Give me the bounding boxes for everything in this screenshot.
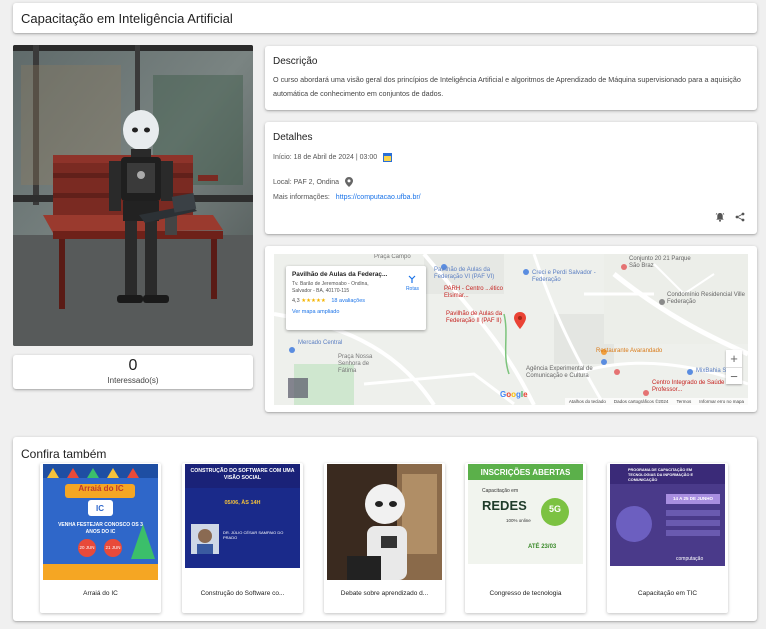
poster-software-time: 05/06, ÀS 14H bbox=[224, 500, 261, 506]
details-card: Detalhes Início: 18 de Abril de 2024 | 0… bbox=[265, 122, 757, 234]
page-title: Capacitação em Inteligência Artificial bbox=[21, 11, 233, 26]
related-label-tic: Capacitação em TIC bbox=[637, 590, 698, 597]
description-text: O curso abordará uma visão geral dos pri… bbox=[273, 75, 741, 98]
terms-link[interactable]: Termos bbox=[676, 399, 691, 404]
related-label-arraia: Arraiá do IC bbox=[83, 590, 118, 597]
map-card: Pavilhão de Aulas da Federação VI (PAF V… bbox=[265, 246, 757, 412]
map-label-condominio: Condomínio Residencial Ville Federação bbox=[667, 292, 745, 305]
map-place-name: Pavilhão de Aulas da Federaç... bbox=[292, 271, 388, 278]
description-heading: Descrição bbox=[273, 56, 318, 67]
start-date: Início: 18 de Abril de 2024 | 03:00 bbox=[273, 154, 378, 161]
poster-arraia-date2: 21 JUN bbox=[105, 545, 121, 550]
map-label-paf-ii: Pavilhão de Aulas da Federação II (PAF I… bbox=[446, 311, 503, 324]
detail-actions bbox=[715, 212, 745, 222]
calendar-icon[interactable] bbox=[383, 153, 393, 162]
related-item-congresso[interactable]: INSCRIÇÕES ABERTAS Capacitação em REDES … bbox=[465, 463, 586, 613]
related-thumb-congresso: INSCRIÇÕES ABERTAS Capacitação em REDES … bbox=[468, 464, 583, 580]
routes-label: Rotas bbox=[405, 286, 419, 292]
interest-count: 0 bbox=[128, 357, 138, 374]
poster-tic-date: 14 A 25 DE JUNHO bbox=[673, 496, 713, 501]
detail-location: Local: PAF 2, Ondina bbox=[273, 177, 354, 187]
reviews-link[interactable]: 18 avaliações bbox=[331, 298, 365, 304]
map-label-restaurante: Restaurante Avarandado bbox=[596, 348, 663, 354]
poster-arraia-date1: 20 JUN bbox=[79, 545, 95, 550]
poster-congresso-note: 100% online bbox=[506, 518, 531, 523]
title-card: Capacitação em Inteligência Artificial bbox=[13, 3, 757, 33]
zoom-controls: + − bbox=[726, 350, 742, 384]
related-item-arraia[interactable]: IC Arraiá do IC VENHA FESTEJAR CONOSCO O… bbox=[40, 463, 161, 613]
report-error-link[interactable]: Informar erro no mapa bbox=[699, 399, 744, 404]
related-thumb-software: CONSTRUÇÃO DO SOFTWARE COM UMA VISÃO SOC… bbox=[185, 464, 300, 580]
rating-value: 4,3 bbox=[292, 298, 300, 304]
directions-icon bbox=[409, 275, 416, 283]
related-item-tic[interactable]: PROGRAMA DE CAPACITAÇÃO EM TECNOLOGIAS D… bbox=[607, 463, 728, 613]
map-label-mercado: Mercado Central bbox=[298, 340, 343, 346]
poster-software-speaker: DR. JÚLIO CÉSAR SAMPAIO DO PRADO bbox=[223, 530, 284, 540]
interest-card[interactable]: 0 Interessado(s) bbox=[13, 355, 253, 389]
zoom-out-button[interactable]: − bbox=[726, 367, 742, 384]
related-label-congresso: Congresso de tecnologia bbox=[489, 590, 562, 597]
poster-software-title: CONSTRUÇÃO DO SOFTWARE COM UMA VISÃO SOC… bbox=[190, 468, 295, 481]
more-info-link[interactable]: https://computacao.ufba.br/ bbox=[336, 194, 421, 201]
map-label-centro: Centro Integrado de Saúde Professor... bbox=[652, 380, 725, 393]
interest-label: Interessado(s) bbox=[107, 376, 159, 385]
svg-text:IC: IC bbox=[96, 504, 104, 513]
poster-arraia-sub: VENHA FESTEJAR CONOSCO OS 3 ANOS DO IC bbox=[58, 522, 143, 535]
map-rating: 4,3 ★★★★★ 18 avaliações bbox=[292, 298, 420, 304]
map-label-conjunto: Conjunto 20 21 Parque São Braz bbox=[629, 256, 691, 269]
map-label-agencia: Agência Experimental de Comunicação e Cu… bbox=[526, 366, 593, 379]
location-text: Local: PAF 2, Ondina bbox=[273, 178, 340, 186]
related-thumb-debate bbox=[327, 464, 442, 580]
more-info-label: Mais informações: bbox=[273, 194, 330, 201]
poster-congresso-badge: 5G bbox=[548, 504, 561, 514]
location-pin-icon bbox=[345, 177, 354, 187]
map-place-card: Pavilhão de Aulas da Federaç... Tv. Barã… bbox=[286, 266, 426, 330]
google-logo: Google bbox=[500, 390, 528, 399]
related-label-debate: Debate sobre aprendizado d... bbox=[340, 590, 429, 597]
rating-stars: ★★★★★ bbox=[301, 298, 326, 304]
poster-congresso-sub: Capacitação em bbox=[482, 488, 519, 494]
poster-tic-brand: computação bbox=[676, 556, 704, 562]
description-card: Descrição O curso abordará uma visão ger… bbox=[265, 46, 757, 110]
enlarge-map-link[interactable]: Ver mapa ampliado bbox=[292, 309, 420, 315]
related-item-software[interactable]: CONSTRUÇÃO DO SOFTWARE COM UMA VISÃO SOC… bbox=[182, 463, 303, 613]
related-events-card: Confira também IC Arraiá do IC VENHA FES… bbox=[13, 437, 757, 621]
details-heading: Detalhes bbox=[273, 132, 313, 143]
map-label-paf-vi: Pavilhão de Aulas da Federação VI (PAF V… bbox=[434, 267, 495, 280]
related-thumb-tic: PROGRAMA DE CAPACITAÇÃO EM TECNOLOGIAS D… bbox=[610, 464, 725, 580]
map-label-campo: Praça Campo bbox=[374, 254, 411, 260]
related-heading: Confira também bbox=[21, 447, 107, 461]
detail-more: Mais informações: https://computacao.ufb… bbox=[273, 194, 421, 201]
related-thumb-arraia: IC Arraiá do IC VENHA FESTEJAR CONOSCO O… bbox=[43, 464, 158, 580]
detail-start: Início: 18 de Abril de 2024 | 03:00 bbox=[273, 153, 393, 162]
related-item-debate[interactable]: Debate sobre aprendizado d... bbox=[324, 463, 445, 613]
map-label-creci: Creci e Perdi Salvador - Federação bbox=[532, 270, 596, 283]
poster-congresso-title: INSCRIÇÕES ABERTAS bbox=[480, 468, 571, 477]
event-image bbox=[13, 45, 253, 346]
map-data-text: Dados cartográficos ©2024 bbox=[613, 399, 669, 404]
poster-congresso-date: ATÉ 23/03 bbox=[528, 544, 557, 550]
related-label-software: Construção do Software co... bbox=[200, 590, 285, 597]
poster-arraia-title: Arraiá do IC bbox=[78, 484, 124, 493]
zoom-in-button[interactable]: + bbox=[726, 350, 742, 367]
routes-button[interactable]: Rotas bbox=[406, 274, 419, 292]
keyboard-shortcuts-link[interactable]: Atalhos do teclado bbox=[569, 399, 606, 404]
map-footer: Atalhos do teclado Dados cartográficos ©… bbox=[564, 398, 748, 405]
bell-alert-icon[interactable] bbox=[715, 212, 725, 222]
poster-congresso-big: REDES bbox=[482, 498, 527, 513]
share-icon[interactable] bbox=[735, 212, 745, 222]
map-embed[interactable]: Pavilhão de Aulas da Federação VI (PAF V… bbox=[274, 254, 748, 405]
poster-tic-title: PROGRAMA DE CAPACITAÇÃO EM TECNOLOGIAS D… bbox=[628, 468, 694, 482]
map-label-praca: Praça Nossa Senhora de Fátima bbox=[338, 354, 373, 374]
map-place-address: Tv. Barão de Jeremoabo - Ondina, Salvado… bbox=[292, 281, 369, 294]
map-label-parh: PARH - Centro ...ético Elsimar... bbox=[444, 286, 503, 299]
